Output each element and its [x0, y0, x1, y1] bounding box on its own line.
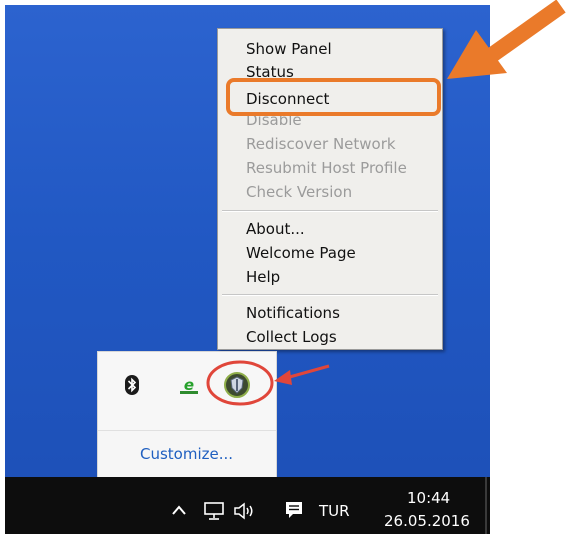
speaker-icon[interactable] — [232, 501, 258, 521]
menu-item-welcome-page[interactable]: Welcome Page — [246, 243, 356, 263]
tray-icons-area: e — [98, 352, 276, 431]
green-e-icon[interactable]: e — [178, 376, 200, 396]
input-language[interactable]: TUR — [319, 502, 350, 520]
menu-item-about[interactable]: About... — [246, 219, 305, 239]
vpn-shield-icon[interactable] — [223, 371, 251, 399]
clock-date[interactable]: 26.05.2016 — [384, 512, 470, 530]
desktop: Show Panel Status Disconnect Disable Red… — [5, 5, 490, 534]
menu-item-collect-logs[interactable]: Collect Logs — [246, 327, 337, 347]
menu-item-show-panel[interactable]: Show Panel — [246, 39, 332, 59]
menu-item-resubmit-host-profile: Resubmit Host Profile — [246, 159, 407, 177]
menu-separator — [222, 294, 438, 296]
taskbar: TUR 10:44 26.05.2016 — [5, 477, 490, 534]
network-icon[interactable] — [203, 501, 225, 521]
menu-item-notifications[interactable]: Notifications — [246, 303, 340, 323]
disconnect-highlight-box — [226, 78, 441, 116]
tray-overflow-flyout: e Customize... — [97, 351, 277, 479]
action-center-icon[interactable] — [283, 499, 305, 521]
menu-item-help[interactable]: Help — [246, 267, 280, 287]
menu-item-rediscover-network: Rediscover Network — [246, 135, 396, 153]
customize-link[interactable]: Customize... — [140, 445, 233, 463]
chevron-up-icon[interactable] — [171, 504, 187, 516]
context-menu: Show Panel Status Disconnect Disable Red… — [217, 28, 443, 350]
menu-item-check-version: Check Version — [246, 183, 353, 201]
menu-separator — [222, 210, 438, 212]
clock-time[interactable]: 10:44 — [407, 489, 450, 507]
svg-text:e: e — [184, 376, 194, 394]
bluetooth-icon[interactable] — [124, 374, 140, 396]
show-desktop-divider[interactable] — [485, 477, 487, 534]
